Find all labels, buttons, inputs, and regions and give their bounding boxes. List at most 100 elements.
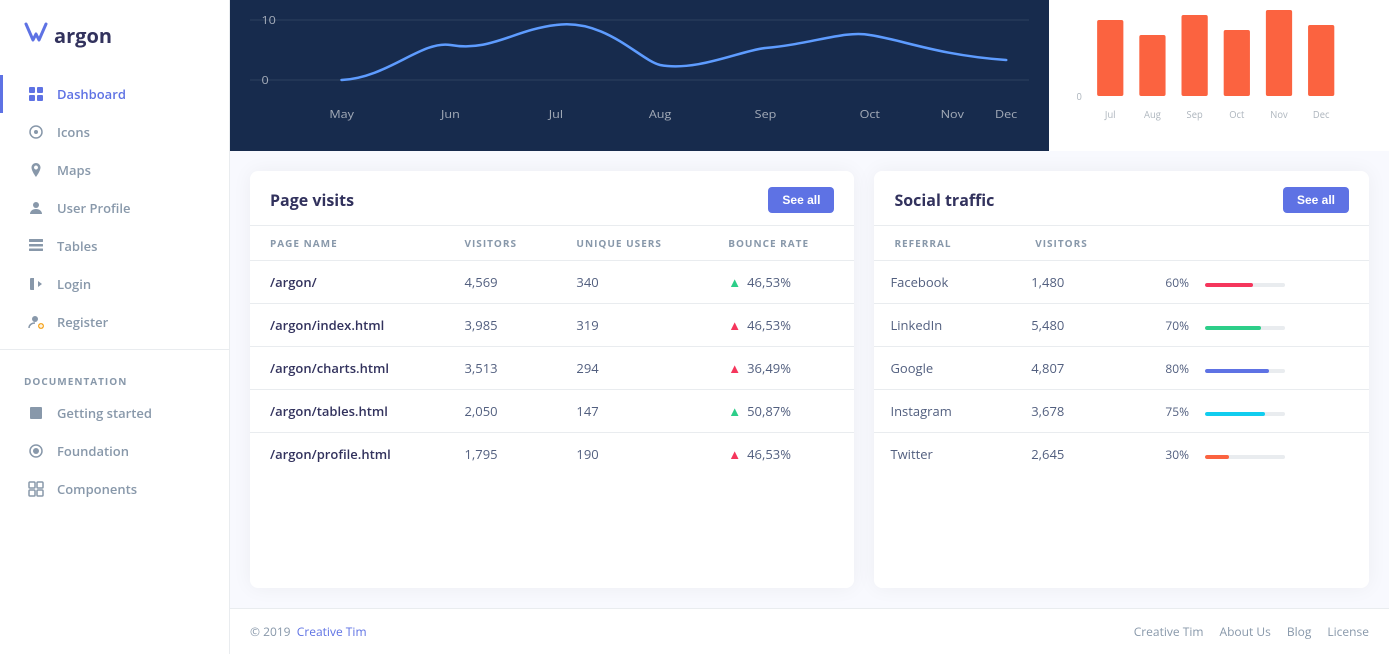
unique-users-cell: 340: [556, 261, 708, 304]
sidebar-item-components-label: Components: [57, 480, 137, 498]
bounce-rate-cell: ▲ 36,49%: [708, 347, 854, 390]
visitors-cell: 2,050: [445, 390, 557, 433]
getting-started-icon: [27, 404, 45, 422]
list-item: Facebook 1,480 60%: [874, 261, 1369, 304]
svg-text:Dec: Dec: [1313, 108, 1330, 121]
social-visitors-cell: 3,678: [1015, 390, 1149, 433]
trend-arrow-icon: ▲: [728, 402, 741, 420]
sidebar-item-user-profile[interactable]: User Profile: [0, 189, 229, 227]
social-visitors-cell: 5,480: [1015, 304, 1149, 347]
sidebar-item-foundation[interactable]: Foundation: [0, 432, 229, 470]
progress-bar-container: [1205, 283, 1285, 287]
trend-arrow-icon: ▲: [728, 273, 741, 291]
unique-users-cell: 319: [556, 304, 708, 347]
user-icon: [27, 199, 45, 217]
bounce-rate-value: 50,87%: [747, 402, 791, 420]
svg-text:0: 0: [261, 73, 268, 88]
footer-link-blog[interactable]: Blog: [1287, 623, 1312, 640]
table-row: /argon/ 4,569 340 ▲ 46,53%: [250, 261, 854, 304]
social-traffic-header: Social traffic See all: [874, 171, 1369, 226]
table-row: /argon/index.html 3,985 319 ▲ 46,53%: [250, 304, 854, 347]
copyright-link[interactable]: Creative Tim: [297, 623, 367, 640]
register-icon: [27, 313, 45, 331]
page-visits-table: PAGE NAME VISITORS UNIQUE USERS BOUNCE R…: [250, 226, 854, 475]
page-visits-title: Page visits: [270, 189, 354, 211]
table-row: /argon/charts.html 3,513 294 ▲ 36,49%: [250, 347, 854, 390]
progress-bar-container: [1205, 326, 1285, 330]
svg-text:Nov: Nov: [941, 107, 964, 122]
progress-bar: [1205, 369, 1269, 373]
bounce-rate-value: 46,53%: [747, 445, 791, 463]
visitors-cell: 1,795: [445, 433, 557, 476]
table-row: /argon/tables.html 2,050 147 ▲ 50,87%: [250, 390, 854, 433]
sidebar-item-register[interactable]: Register: [0, 303, 229, 341]
bounce-rate-cell: ▲ 46,53%: [708, 261, 854, 304]
sidebar-item-tables-label: Tables: [57, 237, 97, 255]
dashboard-icon: [27, 85, 45, 103]
svg-text:Aug: Aug: [1144, 108, 1161, 121]
sidebar-item-register-label: Register: [57, 313, 108, 331]
sidebar-item-icons-label: Icons: [57, 123, 90, 141]
list-item: Google 4,807 80%: [874, 347, 1369, 390]
svg-text:0: 0: [1077, 90, 1083, 103]
col-referral: REFERRAL: [874, 226, 1015, 261]
pct-label: 75%: [1165, 403, 1201, 420]
line-chart-area: 10 0 May Jun Jul Aug Sep Oct Nov Dec: [230, 0, 1049, 151]
copyright: © 2019 Creative Tim: [250, 623, 367, 640]
svg-text:Dec: Dec: [995, 107, 1018, 122]
sidebar-item-getting-started[interactable]: Getting started: [0, 394, 229, 432]
sidebar-item-login[interactable]: Login: [0, 265, 229, 303]
sidebar-item-dashboard[interactable]: Dashboard: [0, 75, 229, 113]
footer-link-about-us[interactable]: About Us: [1220, 623, 1271, 640]
social-visitors-cell: 1,480: [1015, 261, 1149, 304]
page-name-cell: /argon/tables.html: [250, 390, 445, 433]
sidebar-item-icons[interactable]: Icons: [0, 113, 229, 151]
svg-text:Jun: Jun: [440, 107, 460, 122]
progress-bar: [1205, 326, 1261, 330]
referral-cell: Twitter: [874, 433, 1015, 476]
progress-cell: 70%: [1149, 304, 1369, 347]
footer-link-creative-tim[interactable]: Creative Tim: [1134, 623, 1204, 640]
svg-text:10: 10: [261, 13, 276, 28]
sidebar-nav: Dashboard Icons Maps: [0, 67, 229, 654]
sidebar-item-components[interactable]: Components: [0, 470, 229, 508]
social-traffic-table: REFERRAL VISITORS Facebook 1,480 60% Lin…: [874, 226, 1369, 475]
sidebar-item-dashboard-label: Dashboard: [57, 85, 126, 103]
copyright-text: © 2019: [250, 623, 291, 640]
trend-arrow-icon: ▲: [728, 316, 741, 334]
unique-users-cell: 147: [556, 390, 708, 433]
sidebar-item-tables[interactable]: Tables: [0, 227, 229, 265]
page-name-cell: /argon/profile.html: [250, 433, 445, 476]
svg-text:Aug: Aug: [649, 107, 672, 122]
page-visits-header: Page visits See all: [250, 171, 854, 226]
visitors-cell: 4,569: [445, 261, 557, 304]
svg-text:Sep: Sep: [755, 107, 777, 122]
pct-label: 60%: [1165, 274, 1201, 291]
page-visits-see-all-button[interactable]: See all: [768, 187, 834, 213]
progress-cell: 75%: [1149, 390, 1369, 433]
col-page-name: PAGE NAME: [250, 226, 445, 261]
progress-cell: 30%: [1149, 433, 1369, 476]
col-visitors: VISITORS: [445, 226, 557, 261]
progress-cell: 60%: [1149, 261, 1369, 304]
social-traffic-title: Social traffic: [894, 189, 994, 211]
visitors-cell: 3,513: [445, 347, 557, 390]
svg-text:Nov: Nov: [1270, 108, 1288, 121]
referral-cell: Instagram: [874, 390, 1015, 433]
main-content: 10 0 May Jun Jul Aug Sep Oct Nov Dec 0: [230, 0, 1389, 654]
referral-cell: LinkedIn: [874, 304, 1015, 347]
social-traffic-see-all-button[interactable]: See all: [1283, 187, 1349, 213]
login-icon: [27, 275, 45, 293]
progress-bar: [1205, 412, 1265, 416]
col-bounce-rate: BOUNCE RATE: [708, 226, 854, 261]
list-item: LinkedIn 5,480 70%: [874, 304, 1369, 347]
sidebar-item-maps[interactable]: Maps: [0, 151, 229, 189]
page-name-cell: /argon/charts.html: [250, 347, 445, 390]
footer-link-license[interactable]: License: [1327, 623, 1369, 640]
line-chart-svg: 10 0 May Jun Jul Aug Sep Oct Nov Dec: [250, 0, 1029, 130]
social-traffic-card: Social traffic See all REFERRAL VISITORS…: [874, 171, 1369, 588]
bar-chart-area: 0 Jul Aug Sep Oct Nov Dec: [1049, 0, 1389, 151]
social-visitors-cell: 2,645: [1015, 433, 1149, 476]
pct-label: 80%: [1165, 360, 1201, 377]
cards-section: Page visits See all PAGE NAME VISITORS U…: [230, 151, 1389, 608]
